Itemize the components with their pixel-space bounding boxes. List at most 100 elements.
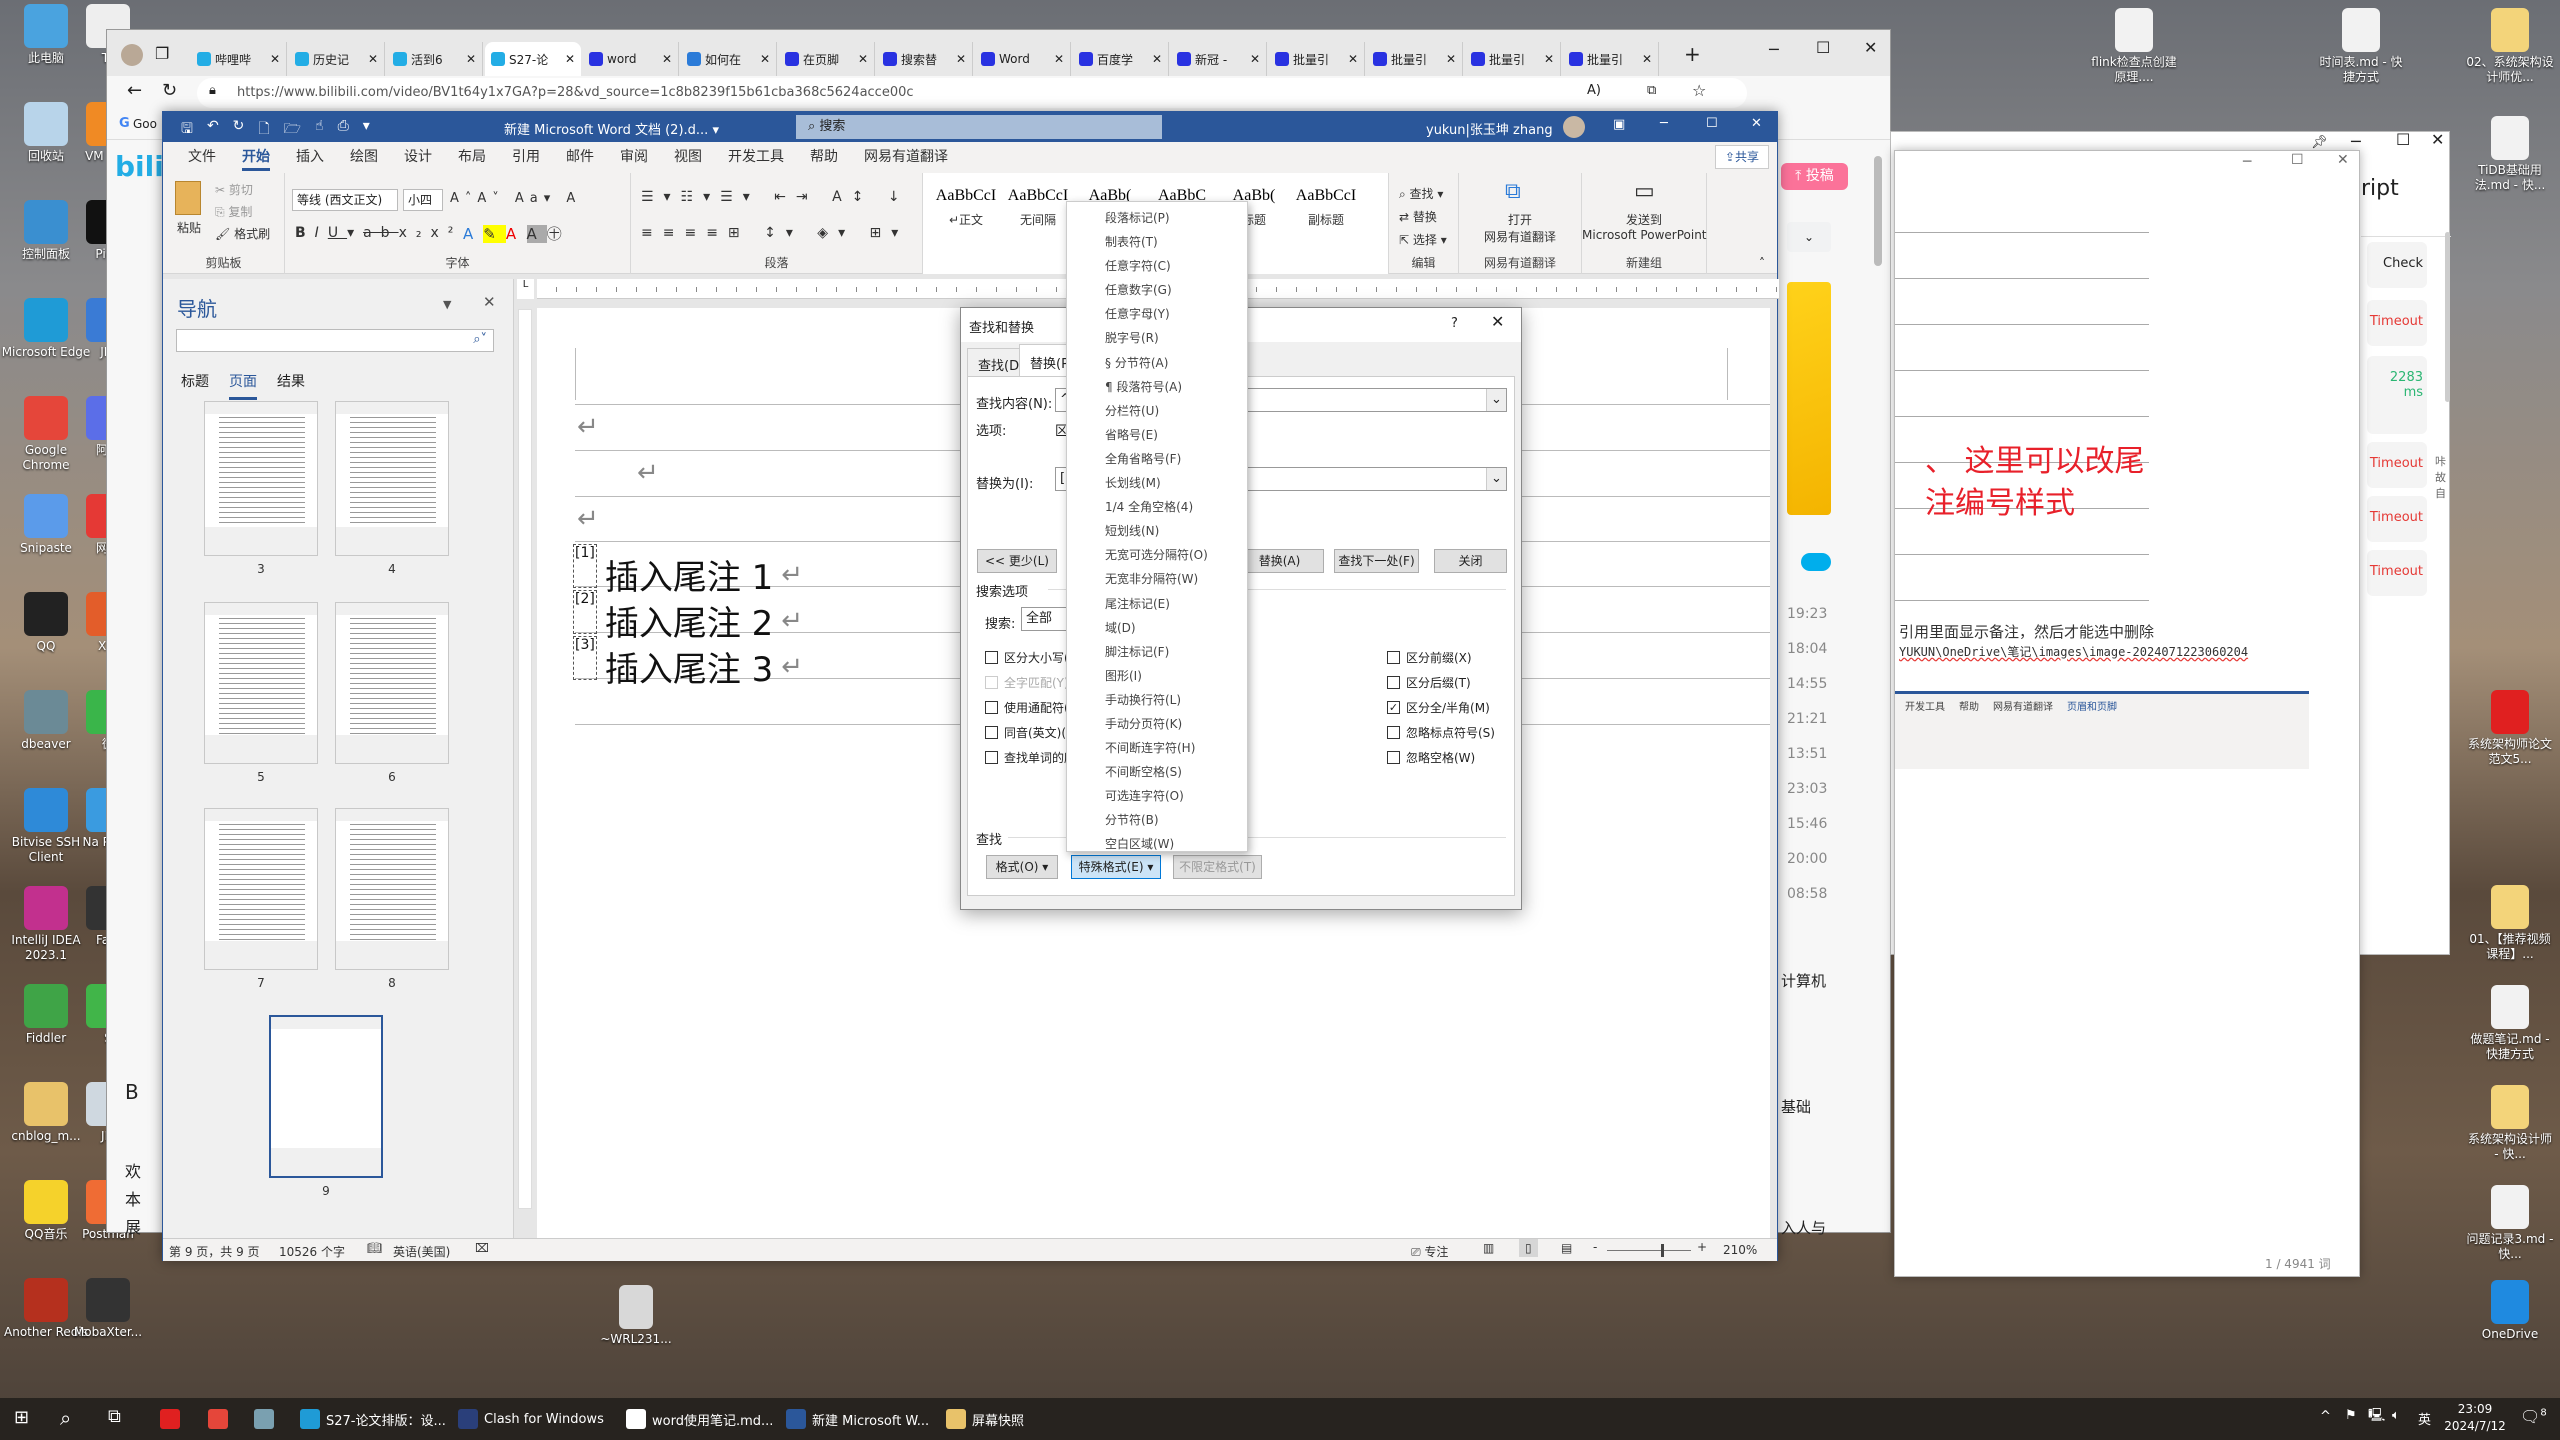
close-tab-icon[interactable]: ✕ — [858, 52, 868, 66]
nav-options-icon[interactable]: ▼ — [443, 299, 451, 310]
menu-item[interactable]: 不间断连字符(H) — [1067, 736, 1247, 760]
print-preview-icon[interactable]: ⎙ — [338, 118, 349, 142]
taskbar-app[interactable]: S27-论文排版：设... — [300, 1398, 446, 1440]
undo-icon[interactable]: ↶ — [207, 118, 219, 142]
menu-item[interactable]: 1/4 全角空格(4) — [1067, 495, 1247, 519]
video-title-fragment[interactable]: 计算机 — [1781, 970, 1826, 991]
close-tab-icon[interactable]: ✕ — [1054, 52, 1064, 66]
checkbox-9[interactable]: 忽略标点符号(S) — [1387, 724, 1495, 741]
replace-all-button[interactable]: 替换(A) — [1235, 549, 1324, 573]
taskbar-app[interactable]: 新建 Microsoft W... — [786, 1398, 929, 1440]
browser-tab[interactable]: 哔哩哔 ✕ — [191, 42, 287, 76]
ribbon-display-icon[interactable]: ▣ — [1613, 118, 1625, 131]
desktop-icon[interactable]: 问题记录3.md - 快... — [2464, 1185, 2556, 1262]
nav-search-input[interactable]: ⌕˅ — [176, 329, 494, 352]
menu-item[interactable]: 空白区域(W) — [1067, 832, 1247, 856]
maximize-icon[interactable]: ☐ — [2291, 153, 2304, 167]
ime-indicator[interactable]: 英 — [2418, 1409, 2431, 1428]
profile-avatar[interactable] — [121, 44, 143, 66]
page-thumbnail[interactable] — [335, 808, 449, 970]
close-icon[interactable]: ✕ — [1491, 314, 1504, 330]
new-doc-icon[interactable]: 🗋︎ — [258, 118, 269, 142]
menu-item[interactable]: 手动换行符(L) — [1067, 688, 1247, 712]
tray-expand-icon[interactable]: ^ — [2320, 1410, 2331, 1423]
menu-item[interactable]: § 分节符(A) — [1067, 351, 1247, 375]
page-thumbnail[interactable] — [204, 808, 318, 970]
collapse-ribbon-icon[interactable]: ˄ — [1759, 257, 1765, 269]
page-thumbnail[interactable] — [335, 401, 449, 556]
checkbox-box[interactable] — [1387, 651, 1400, 664]
ribbon-tab[interactable]: 引用 — [499, 142, 553, 173]
new-tab-button[interactable]: + — [1684, 42, 1701, 66]
paste-button[interactable]: 粘贴 — [177, 219, 201, 236]
bookmark-google[interactable]: Goo — [133, 117, 157, 131]
clock[interactable]: 23:09 2024/7/12 — [2440, 1401, 2510, 1435]
nav-tab[interactable]: 标题 — [181, 371, 209, 397]
menu-item[interactable]: 长划线(M) — [1067, 471, 1247, 495]
pin-icon[interactable]: 📌︎ — [2311, 136, 2328, 149]
find-next-button[interactable]: 查找下一处(F) — [1334, 549, 1419, 573]
workspaces-icon[interactable]: ❐ — [155, 46, 169, 62]
customize-qat-icon[interactable]: ▾ — [363, 118, 370, 142]
ribbon-tab[interactable]: 审阅 — [607, 142, 661, 173]
menu-item[interactable]: 域(D) — [1067, 616, 1247, 640]
browser-tab[interactable]: 如何在 ✕ — [681, 42, 777, 76]
close-tab-icon[interactable]: ✕ — [1348, 52, 1358, 66]
checkbox-box[interactable] — [985, 651, 998, 664]
close-icon[interactable]: ✕ — [1864, 40, 1877, 56]
desktop-icon[interactable]: flink检查点创建原理.... — [2088, 8, 2180, 85]
avatar[interactable] — [1563, 116, 1585, 138]
tab-selector[interactable]: L — [517, 279, 534, 299]
desktop-icon[interactable]: 做题笔记.md - 快捷方式 — [2464, 985, 2556, 1062]
minimize-icon[interactable]: ─ — [2243, 155, 2251, 169]
zoom-slider-thumb[interactable] — [1660, 1244, 1664, 1257]
close-icon[interactable]: ✕ — [483, 295, 496, 310]
desktop-icon[interactable]: TiDB基础用法.md - 快... — [2464, 116, 2556, 193]
advertisement-banner[interactable] — [1787, 282, 1831, 515]
taskbar-app[interactable]: Clash for Windows — [458, 1398, 604, 1440]
endnote-mark[interactable]: [1] — [573, 544, 597, 588]
font-color-buttons[interactable]: A✎AA㊉ — [463, 223, 572, 244]
checkbox-10[interactable]: 忽略空格(W) — [1387, 749, 1475, 766]
style-item[interactable]: AaBbCcI ↵正文 — [931, 187, 1001, 228]
menu-item[interactable]: 制表符(T) — [1067, 230, 1247, 254]
endnote-mark[interactable]: [3] — [573, 636, 597, 680]
windows-start-icon[interactable]: ⊞ — [14, 1409, 29, 1427]
ribbon-tab[interactable]: 开始 — [229, 142, 283, 173]
menu-item[interactable]: 图形(I) — [1067, 664, 1247, 688]
nav-tab[interactable]: 页面 — [229, 371, 257, 400]
web-layout-icon[interactable]: ▤ — [1561, 1242, 1572, 1254]
close-button[interactable]: 关闭 — [1434, 549, 1507, 573]
font-name-select[interactable]: 等线 (西文正文) — [292, 189, 398, 211]
less-button[interactable]: << 更少(L) — [977, 549, 1057, 573]
format-button[interactable]: 格式(O) ▾ — [986, 855, 1058, 879]
menu-item[interactable]: 尾注标记(E) — [1067, 592, 1247, 616]
browser-tab[interactable]: S27-论 ✕ — [485, 42, 581, 76]
browser-tab[interactable]: 历史记 ✕ — [289, 42, 385, 76]
close-tab-icon[interactable]: ✕ — [1152, 52, 1162, 66]
menu-item[interactable]: 手动分页符(K) — [1067, 712, 1247, 736]
menu-item[interactable]: 分节符(B) — [1067, 808, 1247, 832]
close-tab-icon[interactable]: ✕ — [760, 52, 770, 66]
align-buttons[interactable]: ≡≡≡≡⊞ ↕▾ ◈▾ ⊞▾ — [641, 225, 908, 241]
endnote[interactable]: [1] 插入尾注 1 ↵ — [573, 544, 803, 599]
taskbar-app[interactable]: 屏幕快照 — [946, 1398, 1024, 1440]
browser-tab[interactable]: 批量引 ✕ — [1367, 42, 1463, 76]
read-mode-icon[interactable]: ▥ — [1483, 1242, 1494, 1254]
close-tab-icon[interactable]: ✕ — [1250, 52, 1260, 66]
print-layout-icon[interactable]: ▯ — [1519, 1239, 1538, 1257]
page-thumbnail[interactable] — [204, 401, 318, 556]
menu-item[interactable]: 段落标记(P) — [1067, 206, 1247, 230]
menu-item[interactable]: 省略号(E) — [1067, 423, 1247, 447]
maximize-icon[interactable]: ☐ — [1816, 40, 1830, 56]
app-available-icon[interactable]: ⧉ — [1647, 84, 1656, 97]
ribbon-tab[interactable]: 设计 — [391, 142, 445, 173]
style-item[interactable]: AaBbCcI 副标题 — [1291, 187, 1361, 228]
maximize-icon[interactable]: ☐ — [1706, 117, 1718, 130]
cut-button[interactable]: ✂ 剪切 — [215, 181, 253, 198]
browser-tab[interactable]: 活到6 ✕ — [387, 42, 483, 76]
browser-tab[interactable]: Word ✕ — [975, 42, 1071, 76]
checkbox-6[interactable]: 区分前缀(X) — [1387, 649, 1472, 666]
page-thumbnail[interactable] — [335, 602, 449, 764]
ribbon-tab[interactable]: 邮件 — [553, 142, 607, 173]
